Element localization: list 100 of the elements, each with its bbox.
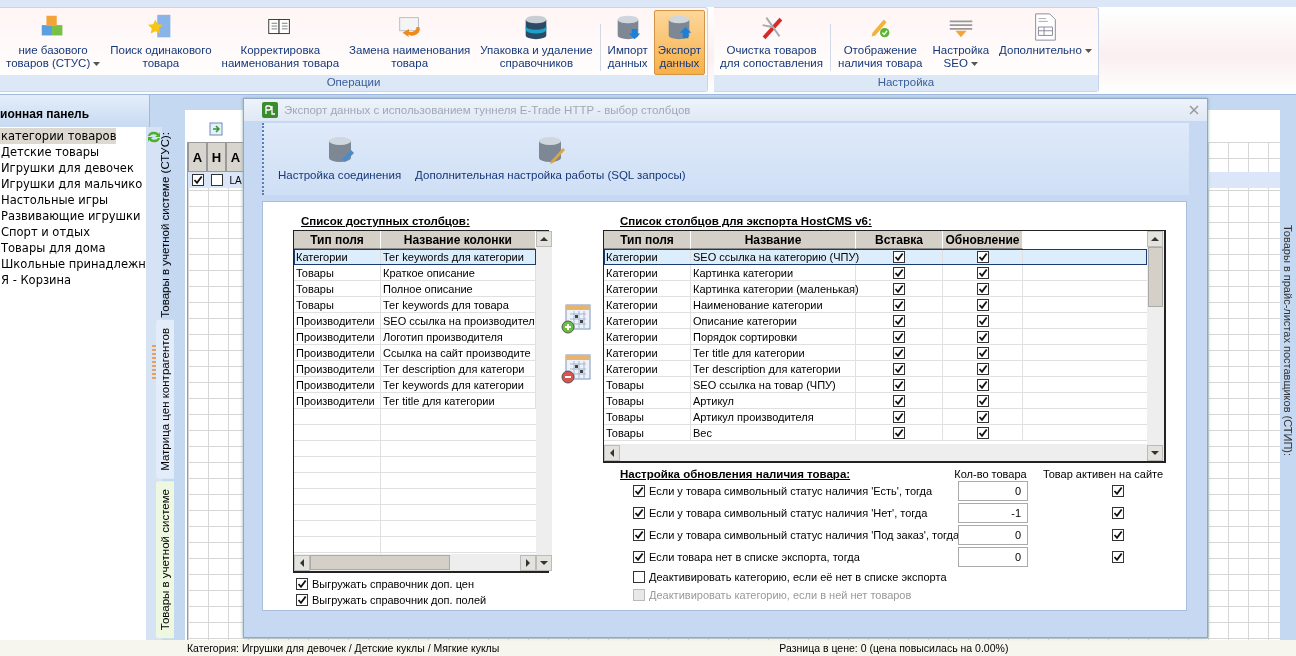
checkbox[interactable] bbox=[893, 379, 905, 391]
right-arrow-icon[interactable] bbox=[523, 558, 532, 567]
checkbox[interactable] bbox=[976, 347, 989, 359]
vertical-tab[interactable]: Матрица цен контрагентов bbox=[156, 319, 174, 479]
tree-item[interactable]: Спорт и отдых bbox=[0, 224, 90, 240]
checkbox[interactable] bbox=[976, 299, 989, 311]
tree-item[interactable]: Развивающие игрушки bbox=[0, 208, 141, 224]
column-header[interactable]: Обновление bbox=[943, 231, 1023, 249]
table-row[interactable]: Производители Тег description для категори bbox=[294, 361, 536, 377]
table-row[interactable]: Категории Картинка категории (маленькая) bbox=[604, 281, 1147, 297]
table-row[interactable]: Производители Тег title для категории bbox=[294, 393, 536, 409]
vertical-scrollbar[interactable] bbox=[535, 231, 552, 571]
checkbox[interactable] bbox=[976, 267, 989, 279]
checkbox[interactable] bbox=[210, 174, 223, 186]
tree-item[interactable]: Игрушки для мальчико bbox=[0, 176, 143, 192]
checkbox[interactable] bbox=[296, 594, 308, 606]
table-row[interactable]: Товары SEO ссылка на товар (ЧПУ) bbox=[604, 377, 1147, 393]
add-column-button[interactable] bbox=[560, 302, 592, 334]
checkbox[interactable] bbox=[976, 331, 989, 343]
checkbox[interactable] bbox=[976, 395, 989, 407]
checkbox[interactable] bbox=[976, 251, 989, 263]
checkbox-option[interactable]: Деактивировать категорию, если её нет в списке экспорта bbox=[633, 569, 958, 585]
table-row[interactable]: Категории Тег description для категории bbox=[604, 361, 1147, 377]
column-header[interactable]: Тип поля bbox=[604, 231, 691, 249]
table-row[interactable]: Товары Артикул bbox=[604, 393, 1147, 409]
checkbox[interactable] bbox=[893, 363, 905, 375]
checkbox[interactable] bbox=[893, 347, 905, 359]
checkbox[interactable] bbox=[893, 299, 905, 311]
table-row[interactable]: Категории Картинка категории bbox=[604, 265, 1147, 281]
ribbon-button[interactable]: Замена наименования товара bbox=[345, 10, 475, 75]
checkbox[interactable] bbox=[893, 283, 905, 295]
quantity-field[interactable]: 0 bbox=[958, 481, 1028, 501]
table-row[interactable]: Производители SEO ссылка на производител bbox=[294, 313, 536, 329]
column-header[interactable]: Название bbox=[691, 231, 856, 249]
checkbox-option[interactable]: Если у товара символьный статус наличия 'Нет', тогда bbox=[633, 505, 958, 521]
tree-item[interactable]: Настольные игры bbox=[0, 192, 109, 208]
column-header[interactable]: Название колонки bbox=[381, 231, 536, 249]
checkbox[interactable] bbox=[893, 427, 905, 439]
tree-item[interactable]: Школьные принадлежн bbox=[0, 256, 146, 272]
checkbox[interactable] bbox=[893, 411, 905, 423]
ribbon-button[interactable]: Поиск одинакового товара bbox=[106, 10, 216, 75]
tree-item[interactable]: категории товаров bbox=[0, 128, 117, 144]
checkbox-option[interactable]: Если товара нет в списке экспорта, тогда bbox=[633, 549, 958, 565]
quantity-field[interactable]: 0 bbox=[958, 525, 1028, 545]
export-icon[interactable] bbox=[209, 122, 223, 136]
tree-item[interactable]: Я - Корзина bbox=[0, 272, 72, 288]
checkbox[interactable] bbox=[893, 315, 905, 327]
table-row[interactable]: Категории Порядок сортировки bbox=[604, 329, 1147, 345]
table-row[interactable]: Товары Краткое описание bbox=[294, 265, 536, 281]
checkbox-option[interactable]: Если у товара символьный статус наличия 'Под заказ', тогда bbox=[633, 527, 958, 543]
ribbon-button[interactable]: Упаковка и удаление справочников bbox=[476, 10, 597, 75]
table-row[interactable]: Категории Описание категории bbox=[604, 313, 1147, 329]
down-arrow-icon[interactable] bbox=[1151, 449, 1159, 457]
vertical-tab[interactable]: Товары в учетной системе bbox=[156, 480, 174, 638]
checkbox[interactable] bbox=[1112, 507, 1124, 519]
remove-column-button[interactable] bbox=[560, 352, 592, 384]
checkbox[interactable] bbox=[976, 363, 989, 375]
table-row[interactable]: Производители Ссылка на сайт производите bbox=[294, 345, 536, 361]
checkbox[interactable] bbox=[1112, 529, 1124, 541]
checkbox[interactable] bbox=[976, 283, 989, 295]
left-arrow-icon[interactable] bbox=[608, 448, 616, 457]
checkbox-option[interactable]: Если у товара символьный статус наличия 'Есть', тогда bbox=[633, 483, 958, 499]
toolbar-button[interactable]: Дополнительная настройка работы (SQL запросы) bbox=[413, 133, 688, 181]
table-row[interactable]: Товары Полное описание bbox=[294, 281, 536, 297]
column-header[interactable]: Н bbox=[207, 142, 226, 172]
table-row[interactable]: Категории Наименование категории bbox=[604, 297, 1147, 313]
left-arrow-icon[interactable] bbox=[298, 558, 306, 567]
checkbox[interactable] bbox=[633, 529, 645, 541]
ribbon-button[interactable]: Экспорт данных bbox=[653, 10, 706, 75]
table-row[interactable]: Категории Тег title для категории bbox=[604, 345, 1147, 361]
checkbox[interactable] bbox=[893, 267, 905, 279]
column-header[interactable]: Тип поля bbox=[294, 231, 381, 249]
checkbox[interactable] bbox=[633, 485, 645, 497]
column-header[interactable]: А bbox=[188, 142, 207, 172]
scrollbar-thumb[interactable] bbox=[310, 555, 450, 570]
column-header[interactable]: Вставка bbox=[856, 231, 943, 249]
checkbox[interactable] bbox=[976, 427, 989, 439]
checkbox[interactable] bbox=[1112, 551, 1124, 563]
tree-item[interactable]: Игрушки для девочек bbox=[0, 160, 134, 176]
ribbon-button[interactable]: Очистка товаров для сопоставления bbox=[716, 10, 828, 75]
quantity-field[interactable]: -1 bbox=[958, 503, 1028, 523]
horizontal-scrollbar[interactable] bbox=[294, 554, 536, 571]
table-row[interactable]: Категории Тег keywords для категории bbox=[294, 249, 536, 265]
splitter-grip[interactable] bbox=[151, 345, 156, 381]
scrollbar-thumb[interactable] bbox=[1148, 247, 1163, 307]
ribbon-button[interactable]: Отображение наличия товара bbox=[834, 10, 927, 75]
ribbon-button[interactable]: Дополнительно bbox=[995, 10, 1096, 75]
table-row[interactable]: Производители Логотип производителя bbox=[294, 329, 536, 345]
table-row[interactable]: Производители Тег keywords для категории bbox=[294, 377, 536, 393]
vertical-scrollbar[interactable] bbox=[1147, 231, 1164, 461]
checkbox[interactable] bbox=[633, 507, 645, 519]
down-arrow-icon[interactable] bbox=[539, 559, 548, 567]
checkbox-option[interactable]: Выгружать справочник доп. полей bbox=[296, 592, 549, 608]
ribbon-button[interactable]: Настройка SEO bbox=[928, 10, 994, 75]
checkbox[interactable] bbox=[893, 251, 905, 263]
checkbox[interactable] bbox=[893, 331, 905, 343]
tree-item[interactable]: Детские товары bbox=[0, 144, 100, 160]
table-row[interactable]: Категории SEO ссылка на категорию (ЧПУ) bbox=[604, 249, 1147, 265]
checkbox[interactable] bbox=[976, 411, 989, 423]
checkbox-option[interactable]: Выгружать справочник доп. цен bbox=[296, 576, 549, 592]
